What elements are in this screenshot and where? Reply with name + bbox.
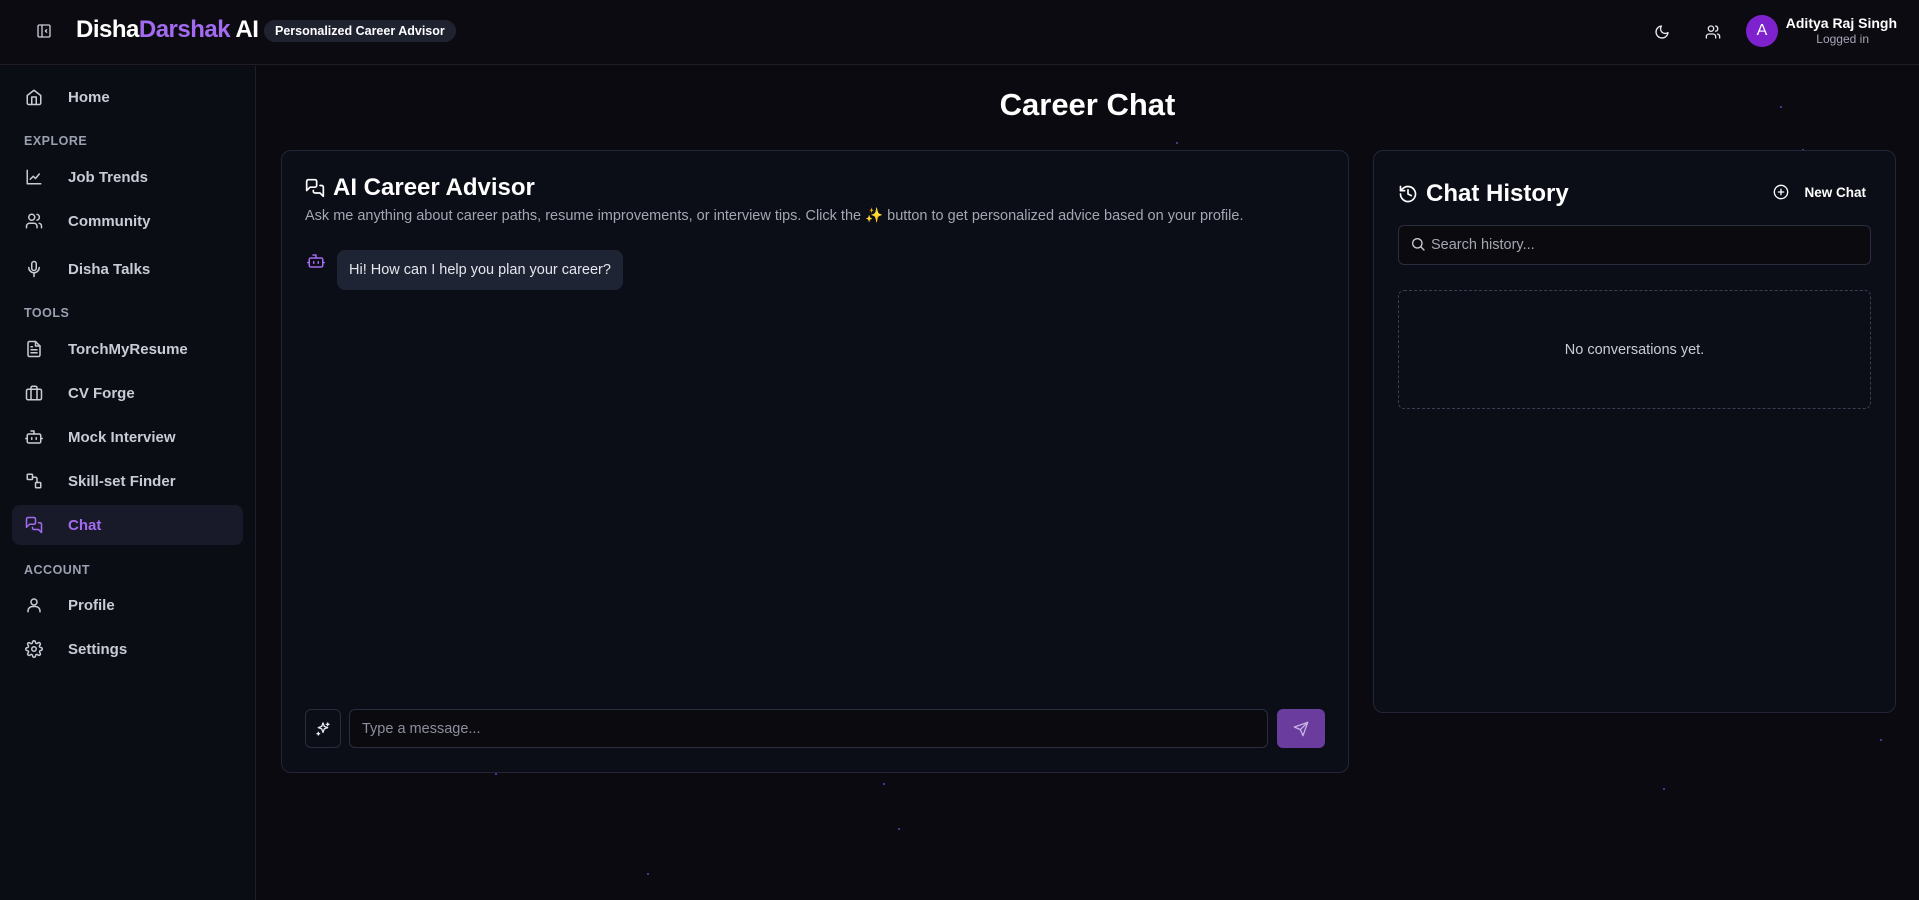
document-icon xyxy=(24,339,44,359)
bot-icon xyxy=(307,254,325,268)
brand-logo[interactable]: Disha Darshak AI xyxy=(76,16,259,44)
top-bar: Disha Darshak AI Personalized Career Advi… xyxy=(0,0,1919,65)
personalized-advice-button[interactable] xyxy=(305,709,341,748)
decorative-dot xyxy=(898,828,900,830)
sidebar-item-label: Profile xyxy=(68,596,115,614)
sidebar-item-label: Skill-set Finder xyxy=(68,472,176,490)
sidebar-item-community[interactable]: Community xyxy=(12,201,243,241)
gear-icon xyxy=(24,639,44,659)
sidebar-item-mock-interview[interactable]: Mock Interview xyxy=(12,417,243,457)
plus-circle-icon xyxy=(1774,184,1789,200)
briefcase-icon xyxy=(24,383,44,403)
home-icon xyxy=(24,87,44,107)
brand-part-3: AI xyxy=(230,16,259,43)
history-search-input[interactable] xyxy=(1431,226,1861,264)
sidebar-item-disha-talks[interactable]: Disha Talks xyxy=(12,249,243,289)
chat-title: AI Career Advisor xyxy=(333,174,535,201)
users-icon xyxy=(24,211,44,231)
sidebar-item-label: CV Forge xyxy=(68,384,135,402)
empty-history-message: No conversations yet. xyxy=(1398,290,1871,409)
trend-icon xyxy=(24,167,44,187)
user-icon xyxy=(24,595,44,615)
bot-icon xyxy=(24,427,44,447)
decorative-dot xyxy=(495,773,497,775)
sidebar-item-profile[interactable]: Profile xyxy=(12,585,243,625)
users-icon xyxy=(1705,25,1721,39)
decorative-dot xyxy=(883,783,885,785)
history-search xyxy=(1398,225,1871,265)
sidebar-item-cv-forge[interactable]: CV Forge xyxy=(12,373,243,413)
history-heading: Chat History xyxy=(1398,180,1569,208)
sidebar: Home EXPLORE Job Trends Community Disha … xyxy=(0,66,256,900)
decorative-dot xyxy=(1176,142,1178,144)
chat-heading: AI Career Advisor xyxy=(305,174,535,202)
search-icon xyxy=(1410,236,1428,254)
sidebar-item-chat[interactable]: Chat xyxy=(12,505,243,545)
sidebar-item-label: TorchMyResume xyxy=(68,340,188,358)
sidebar-item-label: Settings xyxy=(68,640,128,658)
decorative-dot xyxy=(1663,788,1665,790)
sidebar-toggle-button[interactable] xyxy=(33,20,55,42)
history-panel: Chat History New Chat No conversations y… xyxy=(1373,150,1896,713)
section-label-tools: TOOLS xyxy=(24,306,70,320)
send-icon xyxy=(1293,721,1309,736)
chat-subtitle: Ask me anything about career paths, resu… xyxy=(305,208,1244,224)
sidebar-item-label: Job Trends xyxy=(68,168,149,186)
sidebar-item-label: Mock Interview xyxy=(68,428,176,446)
brand-part-2: Darshak xyxy=(138,16,231,43)
chat-panel: AI Career Advisor Ask me anything about … xyxy=(281,150,1349,773)
decorative-dot xyxy=(647,873,649,875)
user-name: Aditya Raj Singh xyxy=(1785,15,1897,31)
brand-part-1: Disha xyxy=(76,16,139,43)
sidebar-item-home[interactable]: Home xyxy=(12,77,243,117)
sidebar-item-torchmyresume[interactable]: TorchMyResume xyxy=(12,329,243,369)
sidebar-toggle-icon xyxy=(37,24,51,38)
sidebar-item-label: Community xyxy=(68,212,151,230)
new-chat-button[interactable]: New Chat xyxy=(1773,184,1866,200)
decorative-dot xyxy=(1780,106,1782,108)
sidebar-item-label: Chat xyxy=(68,516,102,534)
message-input[interactable] xyxy=(349,709,1268,748)
sidebar-item-skill-set-finder[interactable]: Skill-set Finder xyxy=(12,461,243,501)
decorative-dot xyxy=(1880,739,1882,741)
history-title: Chat History xyxy=(1426,180,1569,207)
history-icon xyxy=(1399,185,1417,203)
page-title: Career Chat xyxy=(999,87,1176,122)
sidebar-item-label: Disha Talks xyxy=(68,260,151,278)
sparkle-icon xyxy=(316,721,330,736)
chat-icon xyxy=(305,178,325,198)
shapes-icon xyxy=(24,471,44,491)
section-label-explore: EXPLORE xyxy=(24,134,88,148)
sidebar-item-label: Home xyxy=(68,88,110,106)
mic-icon xyxy=(24,259,44,279)
avatar[interactable]: A xyxy=(1746,15,1778,47)
section-label-account: ACCOUNT xyxy=(24,563,90,577)
chat-icon xyxy=(24,515,44,535)
tagline-badge: Personalized Career Advisor xyxy=(264,20,456,42)
new-chat-label: New Chat xyxy=(1804,184,1866,200)
user-status: Logged in xyxy=(1816,32,1869,46)
send-button[interactable] xyxy=(1277,709,1325,748)
sidebar-item-settings[interactable]: Settings xyxy=(12,629,243,669)
theme-toggle-button[interactable] xyxy=(1650,20,1674,44)
sidebar-item-job-trends[interactable]: Job Trends xyxy=(12,157,243,197)
bot-message-bubble: Hi! How can I help you plan your career? xyxy=(337,250,623,290)
community-button[interactable] xyxy=(1701,20,1725,44)
moon-icon xyxy=(1655,25,1669,39)
bot-avatar xyxy=(307,252,325,270)
